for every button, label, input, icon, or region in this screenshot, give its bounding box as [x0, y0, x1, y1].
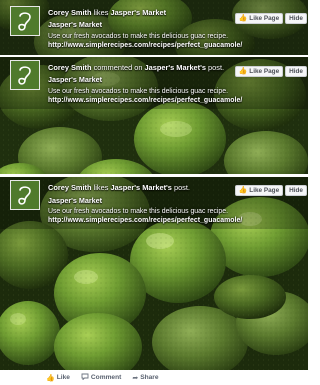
page-name[interactable]: Jasper's Market: [48, 20, 102, 29]
target-page-link[interactable]: Jasper's Market's: [145, 63, 206, 72]
recipe-link[interactable]: http://www.simplerecipes.com/recipes/per…: [48, 42, 242, 49]
like-page-button[interactable]: 👍 Like Page: [234, 185, 284, 196]
post-headline: Corey Smith likes Jasper's Market: [48, 8, 167, 17]
thumbs-up-icon: 👍: [238, 68, 248, 75]
page-name[interactable]: Jasper's Market: [48, 196, 102, 205]
share-icon: ➦: [132, 374, 139, 382]
target-page-link[interactable]: Jasper's Market's: [110, 183, 171, 192]
post-action-bar: 👍 Like Comment ➦ Share: [0, 370, 308, 385]
feed-post: Corey Smith likes Jasper's Market's post…: [0, 177, 308, 370]
like-action-button[interactable]: 👍 Like: [46, 374, 70, 382]
actor-name[interactable]: Corey Smith: [48, 63, 92, 72]
like-page-button[interactable]: 👍 Like Page: [234, 13, 284, 24]
post-headline: Corey Smith likes Jasper's Market's post…: [48, 183, 190, 192]
page-name[interactable]: Jasper's Market: [48, 75, 102, 84]
thumbs-up-icon: 👍: [238, 15, 248, 22]
share-action-button[interactable]: ➦ Share: [132, 374, 158, 382]
hide-button[interactable]: Hide: [285, 185, 307, 196]
page-logo[interactable]: [10, 60, 40, 90]
hide-button[interactable]: Hide: [285, 66, 307, 77]
actor-name[interactable]: Corey Smith: [48, 8, 92, 17]
hide-button[interactable]: Hide: [285, 13, 307, 24]
post-text: Use our fresh avocados to make this deli…: [48, 88, 229, 95]
recipe-link[interactable]: http://www.simplerecipes.com/recipes/per…: [48, 217, 242, 224]
script-j-logo-icon: [18, 12, 31, 31]
avocados-photo: [0, 177, 308, 370]
comment-action-button[interactable]: Comment: [81, 373, 121, 382]
post-text: Use our fresh avocados to make this deli…: [48, 33, 229, 40]
feed-post: Corey Smith likes Jasper's Market Jasper…: [0, 0, 308, 55]
actor-name[interactable]: Corey Smith: [48, 183, 92, 192]
page-logo[interactable]: [10, 6, 40, 36]
thumbs-up-icon: 👍: [46, 374, 55, 382]
script-j-logo-icon: [18, 66, 31, 85]
post-text: Use our fresh avocados to make this deli…: [48, 208, 229, 215]
comment-icon: [81, 373, 89, 382]
thumbs-up-icon: 👍: [238, 187, 248, 194]
feed-post: Corey Smith commented on Jasper's Market…: [0, 57, 308, 174]
script-j-logo-icon: [18, 186, 31, 205]
like-page-button[interactable]: 👍 Like Page: [234, 66, 284, 77]
recipe-link[interactable]: http://www.simplerecipes.com/recipes/per…: [48, 97, 242, 104]
post-headline: Corey Smith commented on Jasper's Market…: [48, 63, 225, 72]
page-logo[interactable]: [10, 180, 40, 210]
target-page-link[interactable]: Jasper's Market: [110, 8, 166, 17]
